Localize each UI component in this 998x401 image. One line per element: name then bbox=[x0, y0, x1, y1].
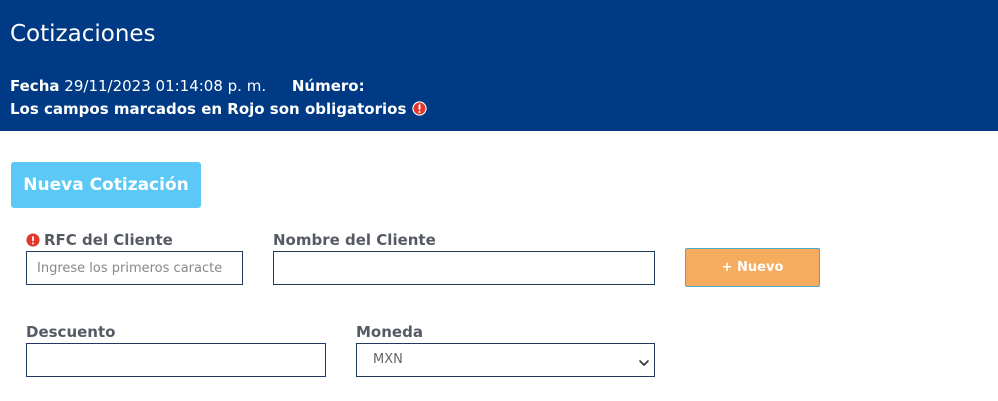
required-note-text: Los campos marcados en Rojo son obligato… bbox=[10, 100, 407, 118]
rfc-label-group: RFC del Cliente bbox=[26, 231, 173, 251]
quote-meta: Fecha 29/11/2023 01:14:08 p. m. Número: bbox=[10, 77, 365, 95]
required-alert-icon bbox=[26, 233, 40, 251]
discount-input[interactable] bbox=[26, 343, 326, 377]
client-name-input[interactable] bbox=[273, 251, 655, 285]
numero-label: Número: bbox=[291, 77, 365, 95]
fecha-value: 29/11/2023 01:14:08 p. m. bbox=[64, 77, 267, 95]
currency-selected-value: MXN bbox=[373, 352, 403, 367]
client-name-label: Nombre del Cliente bbox=[273, 231, 436, 249]
currency-label: Moneda bbox=[356, 323, 423, 341]
currency-select[interactable]: MXN bbox=[356, 343, 655, 377]
rfc-input[interactable] bbox=[26, 251, 243, 285]
alert-circle-icon bbox=[411, 101, 427, 120]
fecha-label: Fecha bbox=[10, 77, 60, 95]
chevron-down-icon bbox=[638, 354, 650, 373]
rfc-label: RFC del Cliente bbox=[44, 231, 173, 249]
page-title: Cotizaciones bbox=[10, 21, 156, 47]
new-client-button[interactable]: + Nuevo bbox=[685, 248, 820, 287]
page-header: Cotizaciones Fecha 29/11/2023 01:14:08 p… bbox=[0, 0, 998, 131]
new-quote-button[interactable]: Nueva Cotización bbox=[11, 162, 201, 208]
required-fields-note: Los campos marcados en Rojo son obligato… bbox=[10, 100, 427, 120]
discount-label: Descuento bbox=[26, 323, 116, 341]
